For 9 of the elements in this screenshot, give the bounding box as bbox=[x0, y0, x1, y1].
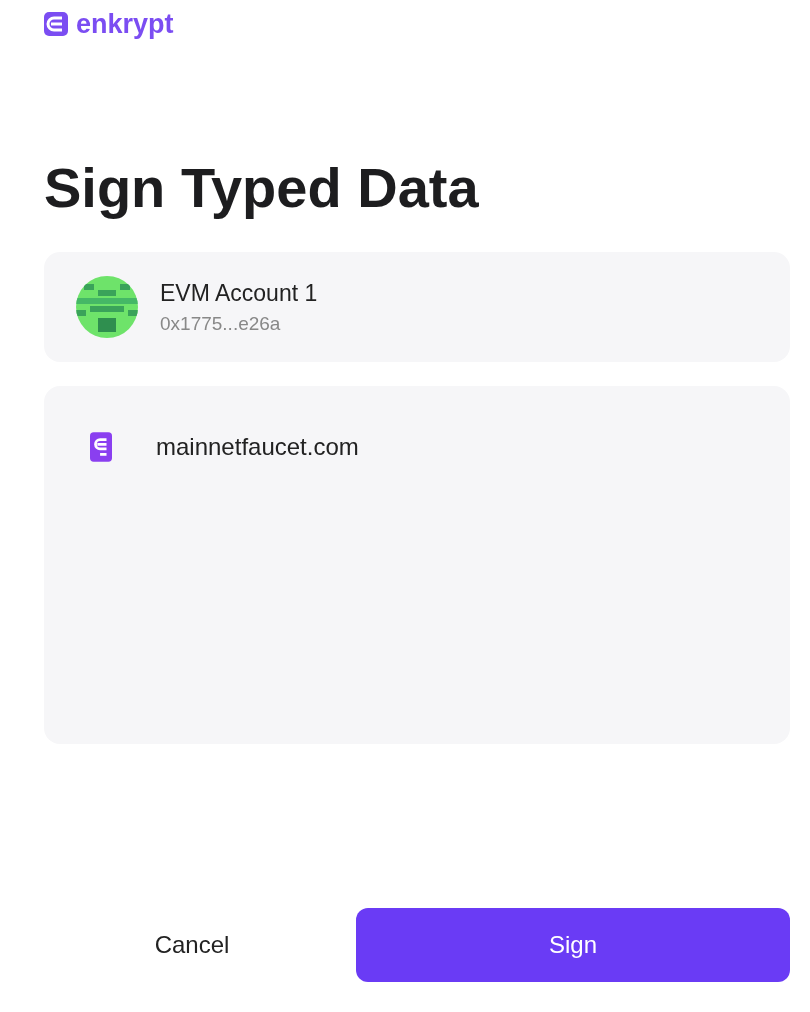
site-logo-icon bbox=[90, 432, 112, 462]
logo-text: enkrypt bbox=[76, 10, 174, 38]
account-name: EVM Account 1 bbox=[160, 279, 318, 307]
account-address: 0x1775...e26a bbox=[160, 312, 282, 335]
site-domain: mainnetfaucet.com bbox=[156, 433, 359, 461]
logo-icon bbox=[44, 12, 68, 36]
cancel-button[interactable]: Cancel bbox=[44, 908, 340, 982]
page-title: Sign Typed Data bbox=[44, 156, 480, 220]
sign-button[interactable]: Sign bbox=[356, 908, 790, 982]
